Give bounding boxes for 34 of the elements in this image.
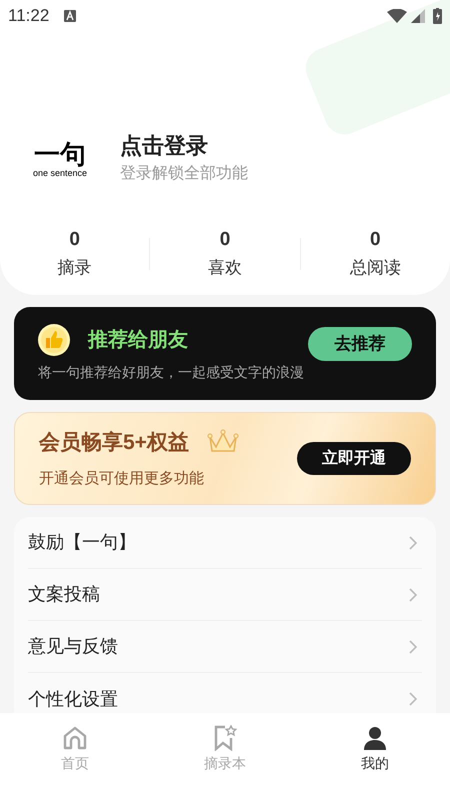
wifi-icon (387, 9, 407, 23)
home-icon (62, 725, 88, 751)
stat-value: 0 (69, 228, 80, 252)
login-subtitle: 登录解锁全部功能 (120, 164, 248, 184)
chevron-right-icon (408, 534, 418, 550)
stat-label[interactable]: 摘录 (58, 255, 92, 281)
recommend-title: 推荐给朋友 (88, 328, 188, 353)
thumbs-up-icon (38, 324, 70, 356)
tab-item[interactable]: 我的 (300, 725, 450, 801)
bookmark-icon (213, 725, 237, 751)
battery-icon (433, 8, 442, 24)
recommend-button[interactable]: 去推荐 (308, 326, 412, 360)
stat-value: 0 (370, 228, 381, 252)
stat-label[interactable]: 喜欢 (208, 255, 242, 281)
login-title[interactable]: 点击登录 (120, 132, 248, 160)
stat-value: 0 (220, 228, 230, 252)
member-text: 开通会员可使用更多功能 (39, 469, 205, 489)
person-icon (363, 725, 387, 751)
logo-text: 一句 (34, 140, 86, 168)
chevron-right-icon (408, 638, 418, 654)
menu-item[interactable]: 鼓励【一句】 (28, 517, 422, 569)
menu-item[interactable]: 意见与反馈 (28, 621, 422, 673)
recommend-text: 将一句推荐给好朋友，一起感受文字的浪漫 (38, 363, 305, 382)
stat-label[interactable]: 总阅读 (350, 255, 401, 281)
signal-icon (411, 9, 425, 23)
status-time: 11:22 (8, 5, 50, 28)
menu-item[interactable]: 个性化设置 (28, 673, 422, 713)
logo-subtitle: one sentence (32, 168, 88, 178)
member-title: 会员畅享5+权益 (39, 430, 189, 456)
chevron-right-icon (408, 691, 418, 707)
keyboard-icon (64, 10, 76, 22)
member-button[interactable]: 立即开通 (297, 442, 411, 475)
chevron-right-icon (408, 586, 418, 602)
menu-item[interactable]: 文案投稿 (28, 569, 422, 621)
